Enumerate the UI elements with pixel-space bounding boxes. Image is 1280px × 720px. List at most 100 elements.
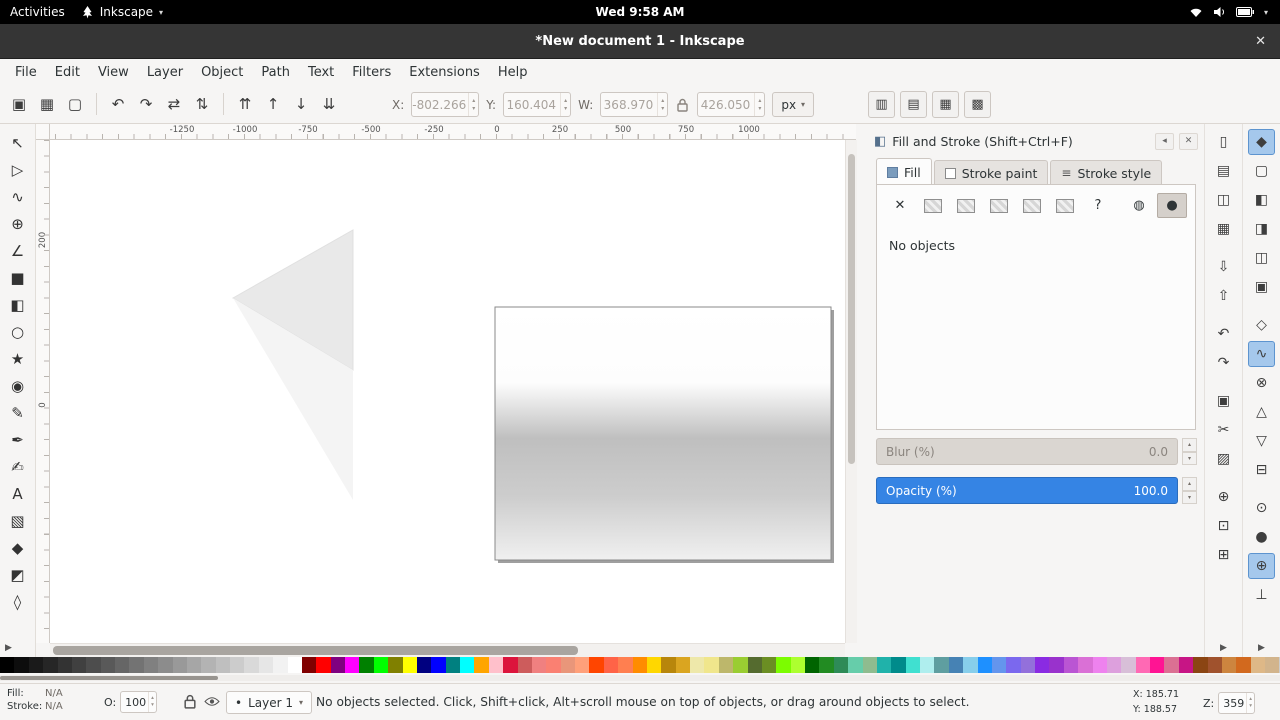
menu-extensions[interactable]: Extensions: [400, 61, 489, 84]
tweak-tool[interactable]: ∿: [4, 184, 32, 210]
text-tool[interactable]: A: [4, 481, 32, 507]
palette-swatch[interactable]: [273, 657, 287, 673]
paint-bucket-tool[interactable]: ◩: [4, 562, 32, 588]
menu-object[interactable]: Object: [192, 61, 252, 84]
palette-swatch[interactable]: [14, 657, 28, 673]
document-new[interactable]: ▯: [1210, 129, 1237, 155]
palette-swatch[interactable]: [647, 657, 661, 673]
palette-swatch[interactable]: [963, 657, 977, 673]
menu-file[interactable]: File: [6, 61, 46, 84]
fill-rule-nonzero-button[interactable]: ●: [1157, 193, 1187, 218]
zoom-tool[interactable]: ⊕: [4, 211, 32, 237]
rotate-cw[interactable]: ↷: [133, 91, 159, 117]
palette-swatch[interactable]: [1121, 657, 1135, 673]
menu-filters[interactable]: Filters: [343, 61, 400, 84]
palette-swatch[interactable]: [1164, 657, 1178, 673]
spinner-arrows[interactable]: ▴▾: [560, 93, 570, 116]
document-print[interactable]: ▦: [1210, 216, 1237, 242]
dropper-tool[interactable]: ◆: [4, 535, 32, 561]
snap-paths[interactable]: ∿: [1248, 341, 1275, 367]
palette-swatch[interactable]: [748, 657, 762, 673]
snap-bbox-centers[interactable]: ▣: [1248, 274, 1275, 300]
palette-swatch[interactable]: [187, 657, 201, 673]
document-save[interactable]: ◫: [1210, 187, 1237, 213]
palette-swatch[interactable]: [129, 657, 143, 673]
spiral-tool[interactable]: ◉: [4, 373, 32, 399]
palette-swatch[interactable]: [43, 657, 57, 673]
vertical-scrollbar[interactable]: [845, 140, 857, 643]
palette-swatch[interactable]: [805, 657, 819, 673]
measure-tool[interactable]: ∠: [4, 238, 32, 264]
spin-down-icon[interactable]: ▾: [1182, 491, 1197, 505]
move-gradients-toggle[interactable]: ▦: [932, 91, 959, 118]
ellipse-tool[interactable]: ○: [4, 319, 32, 345]
document-page[interactable]: [495, 307, 831, 560]
palette-swatch[interactable]: [719, 657, 733, 673]
export[interactable]: ⇧: [1210, 283, 1237, 309]
palette-scrollbar[interactable]: [0, 675, 1280, 681]
snap-text-baselines[interactable]: ⊥: [1248, 582, 1275, 608]
radial-gradient-button[interactable]: [984, 193, 1014, 218]
zoom-page[interactable]: ⊞: [1210, 542, 1237, 568]
spin-up-icon[interactable]: ▴: [1249, 696, 1252, 703]
palette-swatch[interactable]: [690, 657, 704, 673]
dock-iconify-button[interactable]: ◂: [1155, 133, 1174, 150]
toolbox-overflow-button[interactable]: ▶: [0, 641, 17, 657]
palette-swatch[interactable]: [230, 657, 244, 673]
snap-overflow-button[interactable]: ▶: [1258, 641, 1265, 657]
palette-swatch[interactable]: [992, 657, 1006, 673]
canvas[interactable]: [50, 140, 845, 643]
tab-stroke-paint[interactable]: Stroke paint: [934, 160, 1049, 185]
raise-to-top[interactable]: ⇈: [232, 91, 258, 117]
tab-fill[interactable]: Fill: [876, 158, 932, 185]
zoom-spinbox[interactable]: 359 ▴▾: [1218, 692, 1255, 714]
palette-swatch[interactable]: [201, 657, 215, 673]
scale-stroke-toggle[interactable]: ▥: [868, 91, 895, 118]
palette-swatch[interactable]: [834, 657, 848, 673]
palette-swatch[interactable]: [86, 657, 100, 673]
blur-spinner[interactable]: ▴ ▾: [1182, 438, 1197, 465]
lock-ratio-icon[interactable]: [675, 98, 690, 112]
eraser-tool[interactable]: ◊: [4, 589, 32, 615]
pen-tool[interactable]: ✒: [4, 427, 32, 453]
palette-swatch[interactable]: [589, 657, 603, 673]
fill-stroke-indicator[interactable]: Fill: N/A Stroke: N/A: [7, 688, 63, 712]
layer-visibility-eye-icon[interactable]: [204, 696, 220, 707]
menu-edit[interactable]: Edit: [46, 61, 89, 84]
no-paint-button[interactable]: ✕: [885, 193, 915, 218]
palette-swatch[interactable]: [0, 657, 14, 673]
palette-swatch[interactable]: [1064, 657, 1078, 673]
palette-swatch[interactable]: [474, 657, 488, 673]
palette-swatch[interactable]: [920, 657, 934, 673]
menu-path[interactable]: Path: [252, 61, 299, 84]
gradient-tool[interactable]: ▧: [4, 508, 32, 534]
palette-swatch[interactable]: [863, 657, 877, 673]
palette-swatch[interactable]: [561, 657, 575, 673]
star-tool[interactable]: ★: [4, 346, 32, 372]
palette-swatch[interactable]: [532, 657, 546, 673]
flip-vertical[interactable]: ⇅: [189, 91, 215, 117]
import[interactable]: ⇩: [1210, 254, 1237, 280]
palette-swatch[interactable]: [1251, 657, 1265, 673]
y-field[interactable]: 160.404▴▾: [503, 92, 571, 117]
palette-swatch[interactable]: [216, 657, 230, 673]
palette-swatch[interactable]: [1049, 657, 1063, 673]
palette-swatch[interactable]: [676, 657, 690, 673]
tab-stroke-style[interactable]: ≡Stroke style: [1050, 160, 1162, 185]
scale-corners-toggle[interactable]: ▤: [900, 91, 927, 118]
zoom-drawing[interactable]: ⊕: [1210, 484, 1237, 510]
horizontal-ruler[interactable]: -1250-1000-750-500-25002505007501000: [50, 124, 856, 140]
lower-to-bottom[interactable]: ⇊: [316, 91, 342, 117]
h-field[interactable]: 426.050▴▾: [697, 92, 765, 117]
palette-swatch[interactable]: [575, 657, 589, 673]
menu-layer[interactable]: Layer: [138, 61, 192, 84]
palette-swatch[interactable]: [1208, 657, 1222, 673]
layer-selector[interactable]: • Layer 1 ▾: [226, 691, 312, 714]
palette-swatch[interactable]: [633, 657, 647, 673]
opacity-slider[interactable]: Opacity (%) 100.0: [876, 477, 1178, 504]
undo[interactable]: ↶: [1210, 321, 1237, 347]
spinner-arrows[interactable]: ▴▾: [657, 93, 667, 116]
palette-swatch[interactable]: [1222, 657, 1236, 673]
blur-slider[interactable]: Blur (%) 0.0: [876, 438, 1178, 465]
palette-swatch[interactable]: [978, 657, 992, 673]
